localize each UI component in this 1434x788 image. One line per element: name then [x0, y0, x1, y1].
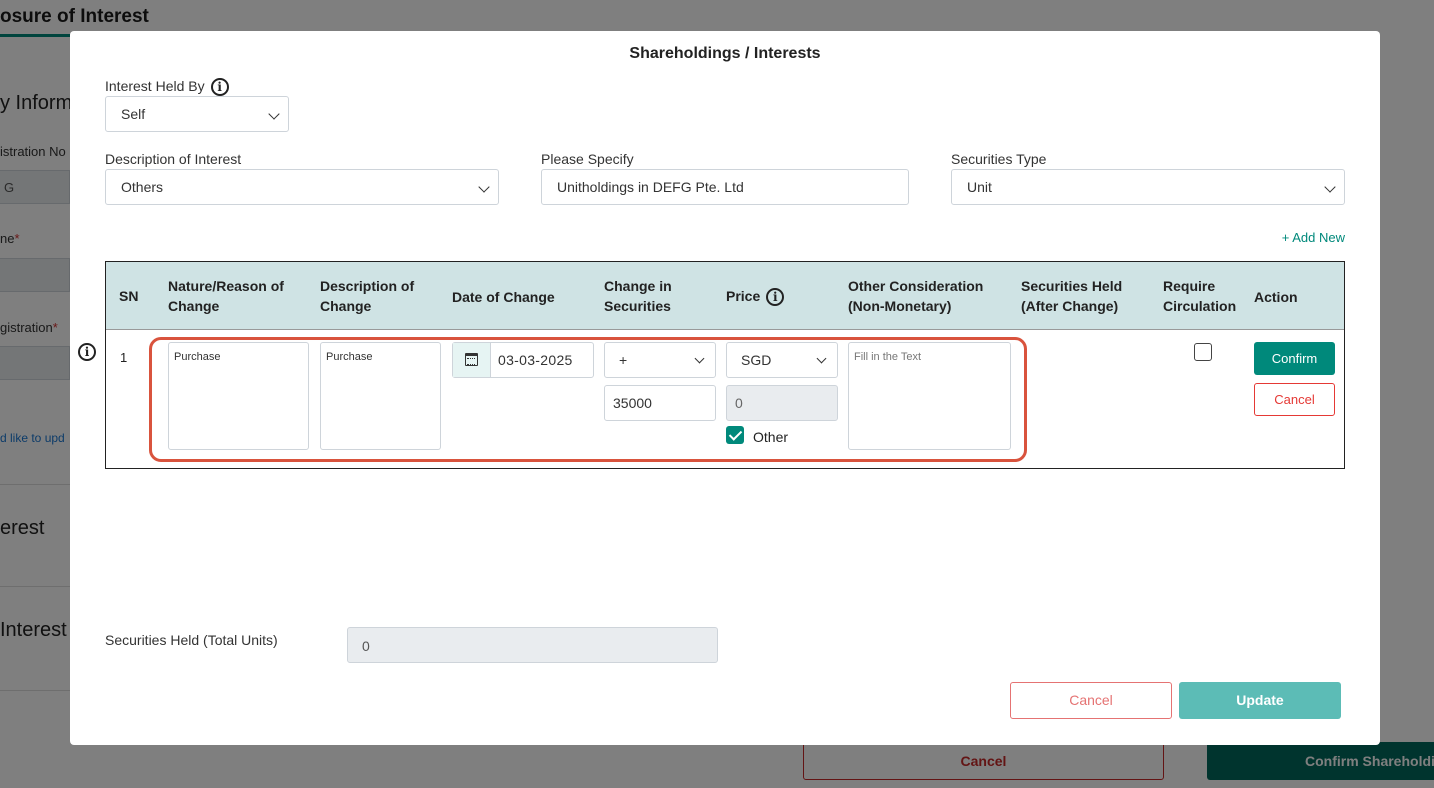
interest-held-by-select[interactable]: Self: [105, 96, 289, 132]
modal-title: Shareholdings / Interests: [629, 45, 821, 62]
currency-select[interactable]: SGD: [726, 342, 838, 378]
chevron-down-icon: [816, 353, 827, 364]
th-require-circulation: Require Circulation: [1163, 278, 1237, 314]
update-button[interactable]: Update: [1179, 682, 1341, 719]
description-of-interest-label: Description of Interest: [105, 151, 242, 167]
table-header: SN Nature/Reason of Change Description o…: [106, 262, 1344, 330]
date-of-change-input[interactable]: 03-03-2025: [452, 342, 594, 378]
th-action: Action: [1254, 289, 1298, 305]
securities-type-select[interactable]: Unit: [951, 169, 1345, 205]
interest-held-by-label: Interest Held By i: [105, 78, 229, 97]
other-consideration-textarea[interactable]: Fill in the Text: [848, 342, 1011, 450]
row-sn: 1: [120, 350, 128, 365]
other-checkbox-label: Other: [753, 429, 789, 445]
th-description: Description of Change: [320, 278, 415, 314]
row-info: i: [78, 343, 96, 361]
cancel-row-button[interactable]: Cancel: [1254, 383, 1335, 416]
chevron-down-icon: [1324, 181, 1336, 193]
nature-of-change-textarea[interactable]: Purchase: [168, 342, 309, 450]
cancel-button[interactable]: Cancel: [1010, 682, 1172, 719]
description-of-change-textarea[interactable]: Purchase: [320, 342, 441, 450]
please-specify-label: Please Specify: [541, 151, 634, 167]
chevron-down-icon: [268, 108, 280, 120]
change-sign-select[interactable]: +: [604, 342, 716, 378]
info-icon[interactable]: i: [210, 78, 229, 97]
calendar-button[interactable]: [453, 343, 491, 377]
calendar-icon: [465, 353, 478, 366]
confirm-row-button[interactable]: Confirm: [1254, 342, 1335, 375]
info-icon[interactable]: i: [78, 343, 96, 361]
please-specify-input[interactable]: Unitholdings in DEFG Pte. Ltd: [541, 169, 909, 205]
shareholdings-modal: Shareholdings / Interests Interest Held …: [70, 31, 1380, 745]
th-securities-held: Securities Held (After Change): [1021, 278, 1123, 314]
chevron-down-icon: [694, 353, 705, 364]
th-other-consideration: Other Consideration (Non-Monetary): [848, 278, 984, 314]
th-date: Date of Change: [452, 289, 555, 305]
info-icon[interactable]: i: [766, 288, 785, 307]
add-new-link[interactable]: + Add New: [1282, 230, 1345, 245]
require-circulation-checkbox[interactable]: [1194, 343, 1212, 361]
th-nature: Nature/Reason of Change: [168, 278, 284, 314]
price-input: 0: [726, 385, 838, 421]
securities-type-label: Securities Type: [951, 151, 1047, 167]
total-units-label: Securities Held (Total Units): [105, 632, 278, 648]
th-sn: SN: [119, 288, 139, 304]
change-amount-input[interactable]: 35000: [604, 385, 716, 421]
th-change: Change in Securities: [604, 278, 672, 314]
total-units-input: 0: [347, 627, 718, 663]
other-checkbox[interactable]: [726, 426, 744, 444]
th-price: Price i: [726, 286, 785, 307]
description-of-interest-select[interactable]: Others: [105, 169, 499, 205]
changes-table: SN Nature/Reason of Change Description o…: [105, 261, 1345, 469]
chevron-down-icon: [478, 181, 490, 193]
